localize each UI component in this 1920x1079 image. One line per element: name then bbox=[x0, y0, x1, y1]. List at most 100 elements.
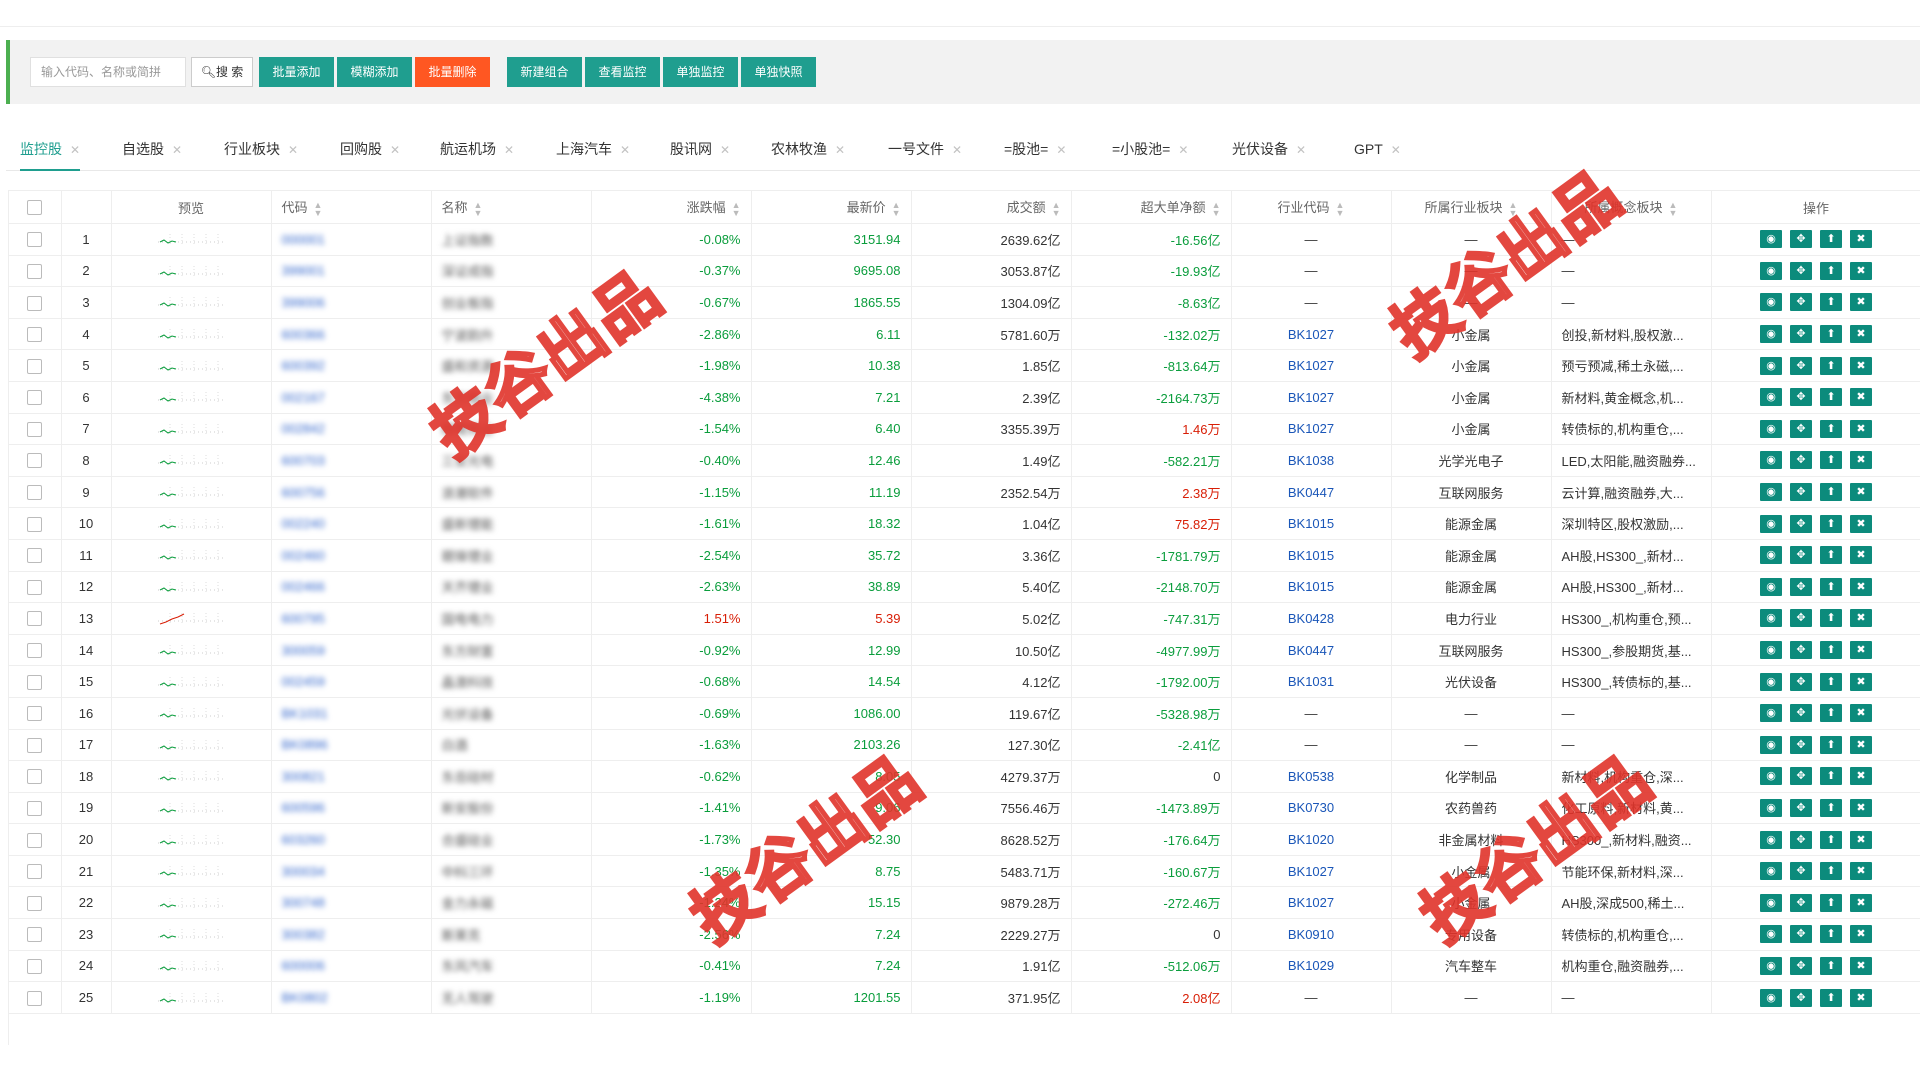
sparkline[interactable] bbox=[111, 729, 272, 762]
tab-saic[interactable]: 上海汽车 ✕ bbox=[556, 128, 630, 169]
industry-code[interactable]: — bbox=[1231, 697, 1392, 730]
eye-icon[interactable]: ◉ bbox=[1760, 293, 1782, 312]
table-row[interactable]: 4 600366 宁波韵升 -2.86% 6.11 5781.60万 -132.02万 BK1… bbox=[9, 318, 1920, 351]
industry-code[interactable]: BK1015 bbox=[1231, 571, 1392, 604]
industry-code[interactable]: BK1027 bbox=[1231, 349, 1392, 382]
col-net[interactable]: 超大单净额 ▲ ▼ bbox=[1071, 190, 1232, 224]
locate-icon[interactable]: ✥ bbox=[1790, 672, 1812, 691]
industry-code[interactable]: — bbox=[1231, 255, 1392, 288]
row-checkbox[interactable] bbox=[9, 950, 62, 983]
close-icon[interactable]: ✕ bbox=[504, 143, 514, 157]
eye-icon[interactable]: ◉ bbox=[1760, 830, 1782, 849]
industry-code[interactable]: BK1027 bbox=[1231, 318, 1392, 351]
fuzzy-add-button[interactable]: 模糊添加 bbox=[337, 57, 412, 87]
locate-icon[interactable]: ✥ bbox=[1790, 546, 1812, 565]
row-checkbox[interactable] bbox=[9, 823, 62, 856]
col-code[interactable]: 代码 ▲ ▼ bbox=[271, 190, 432, 224]
table-row[interactable]: 23 300382 斯莱克 -2.56% 7.24 2229.27万 0 BK0910 专用设备… bbox=[9, 918, 1920, 951]
eye-icon[interactable]: ◉ bbox=[1760, 514, 1782, 533]
up-arrow-icon[interactable]: ⬆ bbox=[1820, 735, 1842, 754]
tab-pv-equipment[interactable]: 光伏设备 ✕ bbox=[1232, 128, 1306, 169]
close-icon[interactable]: ✕ bbox=[952, 143, 962, 157]
industry-code[interactable]: BK0730 bbox=[1231, 792, 1392, 825]
close-icon[interactable]: ✖ bbox=[1850, 862, 1872, 881]
close-icon[interactable]: ✖ bbox=[1850, 798, 1872, 817]
sparkline[interactable] bbox=[111, 886, 272, 920]
row-checkbox[interactable] bbox=[9, 286, 62, 319]
eye-icon[interactable]: ◉ bbox=[1760, 925, 1782, 944]
col-amount[interactable]: 成交额 ▲ ▼ bbox=[911, 190, 1072, 224]
up-arrow-icon[interactable]: ⬆ bbox=[1820, 419, 1842, 438]
up-arrow-icon[interactable]: ⬆ bbox=[1820, 230, 1842, 249]
industry-code[interactable]: BK1015 bbox=[1231, 507, 1392, 540]
stock-code[interactable]: 300382 bbox=[271, 918, 432, 951]
industry-code[interactable]: BK1015 bbox=[1231, 539, 1392, 572]
sparkline[interactable] bbox=[111, 318, 272, 351]
col-change[interactable]: 涨跌幅 ▲ ▼ bbox=[591, 190, 752, 224]
eye-icon[interactable]: ◉ bbox=[1760, 893, 1782, 912]
row-checkbox[interactable] bbox=[9, 729, 62, 762]
stock-code[interactable]: 600006 bbox=[271, 950, 432, 983]
close-icon[interactable]: ✖ bbox=[1850, 956, 1872, 975]
table-row[interactable]: 20 603260 合盛硅业 -1.73% 52.30 8628.52万 -176.64万 B… bbox=[9, 823, 1920, 856]
row-checkbox[interactable] bbox=[9, 760, 62, 793]
close-icon[interactable]: ✖ bbox=[1850, 767, 1872, 786]
row-checkbox[interactable] bbox=[9, 602, 62, 635]
eye-icon[interactable]: ◉ bbox=[1760, 419, 1782, 438]
eye-icon[interactable]: ◉ bbox=[1760, 451, 1782, 470]
stock-code[interactable]: 002466 bbox=[271, 571, 432, 604]
close-icon[interactable]: ✖ bbox=[1850, 419, 1872, 438]
stock-code[interactable]: 300059 bbox=[271, 634, 432, 667]
stock-code[interactable]: BK0802 bbox=[271, 981, 432, 1014]
sparkline[interactable] bbox=[111, 665, 272, 698]
row-checkbox[interactable] bbox=[9, 223, 62, 256]
new-group-button[interactable]: 新建组合 bbox=[507, 57, 582, 87]
close-icon[interactable]: ✖ bbox=[1850, 261, 1872, 280]
table-row[interactable]: 17 BK0896 白酒 -1.63% 2103.26 127.30亿 -2.41亿 — — — ◉… bbox=[9, 729, 1920, 762]
up-arrow-icon[interactable]: ⬆ bbox=[1820, 451, 1842, 470]
row-checkbox[interactable] bbox=[9, 981, 62, 1014]
locate-icon[interactable]: ✥ bbox=[1790, 261, 1812, 280]
close-icon[interactable]: ✕ bbox=[70, 143, 80, 157]
select-all-checkbox[interactable] bbox=[9, 190, 62, 224]
sparkline[interactable] bbox=[111, 634, 272, 667]
close-icon[interactable]: ✖ bbox=[1850, 546, 1872, 565]
table-row[interactable]: 7 002842 翔鹭钨业 -1.54% 6.40 3355.39万 1.46万 BK1027… bbox=[9, 413, 1920, 446]
industry-code[interactable]: — bbox=[1231, 981, 1392, 1014]
locate-icon[interactable]: ✥ bbox=[1790, 419, 1812, 438]
tab-pool[interactable]: =股池= ✕ bbox=[1004, 128, 1066, 169]
up-arrow-icon[interactable]: ⬆ bbox=[1820, 672, 1842, 691]
close-icon[interactable]: ✖ bbox=[1850, 356, 1872, 375]
locate-icon[interactable]: ✥ bbox=[1790, 893, 1812, 912]
eye-icon[interactable]: ◉ bbox=[1760, 988, 1782, 1007]
stock-code[interactable]: 399006 bbox=[271, 286, 432, 319]
close-icon[interactable]: ✕ bbox=[835, 143, 845, 157]
sparkline[interactable] bbox=[111, 697, 272, 730]
tab-agriculture[interactable]: 农林牧渔 ✕ bbox=[771, 128, 845, 169]
stock-code[interactable]: 002842 bbox=[271, 413, 432, 446]
industry-code[interactable]: BK0447 bbox=[1231, 634, 1392, 667]
industry-code[interactable]: BK1020 bbox=[1231, 823, 1392, 856]
table-row[interactable]: 3 399006 创业板指 -0.67% 1865.55 1304.09亿 -8.63亿 — —… bbox=[9, 286, 1920, 319]
tab-small-pool[interactable]: =小股池= ✕ bbox=[1112, 128, 1188, 169]
eye-icon[interactable]: ◉ bbox=[1760, 356, 1782, 375]
locate-icon[interactable]: ✥ bbox=[1790, 862, 1812, 881]
stock-code[interactable]: 300748 bbox=[271, 886, 432, 920]
up-arrow-icon[interactable]: ⬆ bbox=[1820, 514, 1842, 533]
sparkline[interactable] bbox=[111, 444, 272, 477]
eye-icon[interactable]: ◉ bbox=[1760, 641, 1782, 660]
close-icon[interactable]: ✕ bbox=[620, 143, 630, 157]
close-icon[interactable]: ✕ bbox=[288, 143, 298, 157]
locate-icon[interactable]: ✥ bbox=[1790, 956, 1812, 975]
table-row[interactable]: 6 002167 东方锆业 -4.38% 7.21 2.39亿 -2164.73万 BK102… bbox=[9, 381, 1920, 414]
industry-code[interactable]: BK1027 bbox=[1231, 855, 1392, 888]
row-checkbox[interactable] bbox=[9, 855, 62, 888]
sparkline[interactable] bbox=[111, 286, 272, 319]
table-row[interactable]: 14 300059 东方财富 -0.92% 12.99 10.50亿 -4977.99万 BK… bbox=[9, 634, 1920, 667]
sparkline[interactable] bbox=[111, 823, 272, 856]
tab-monitor[interactable]: 监控股 ✕ bbox=[20, 128, 81, 171]
stock-code[interactable]: 603260 bbox=[271, 823, 432, 856]
row-checkbox[interactable] bbox=[9, 792, 62, 825]
industry-code[interactable]: BK1031 bbox=[1231, 665, 1392, 698]
close-icon[interactable]: ✖ bbox=[1850, 735, 1872, 754]
